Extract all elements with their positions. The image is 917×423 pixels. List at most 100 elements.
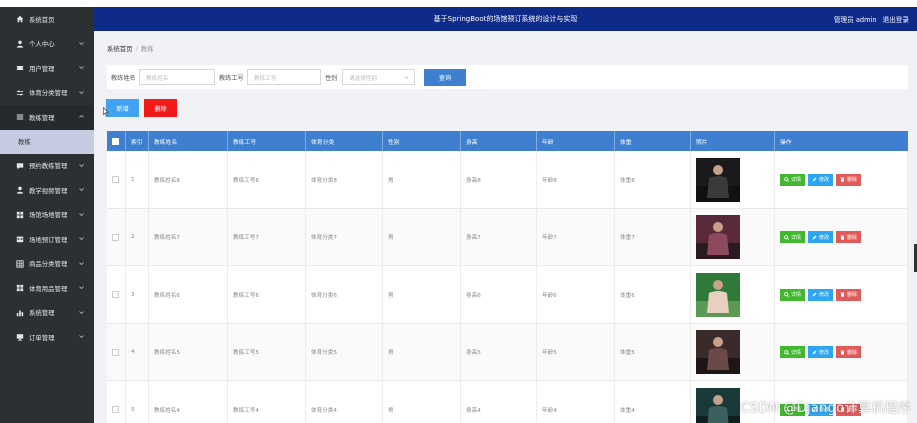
detail-button[interactable]: 详情 [780, 173, 806, 186]
column-header: 性别 [383, 131, 461, 151]
cell-height: 身高7 [461, 208, 537, 266]
chevron-down-icon [79, 237, 84, 240]
row-select-cell [107, 381, 126, 423]
cell-gender: 男 [383, 323, 461, 381]
actions-cell: 详情 修改 删除 [775, 266, 908, 323]
column-header: 身高 [461, 131, 537, 151]
sidebar-item-label: 体育分类管理 [29, 89, 68, 98]
sidebar-item-label: 体育用品管理 [29, 284, 68, 293]
sidebar-item-sport-goods[interactable]: 体育用品管理 [0, 276, 94, 301]
chevron-down-icon [79, 41, 84, 45]
sidebar-item-label: 场地预订管理 [29, 235, 68, 244]
sidebar-item-goods-category[interactable]: 商品分类管理 [0, 252, 94, 277]
breadcrumb: 系统首页 / 教练 [107, 44, 154, 53]
column-header: 照片 [691, 131, 775, 151]
breadcrumb-home[interactable]: 系统首页 [107, 45, 133, 53]
delete-button[interactable]: 删除 [144, 99, 177, 117]
chevron-down-icon [79, 335, 84, 338]
detail-button[interactable]: 详情 [780, 231, 806, 243]
row-checkbox[interactable] [112, 233, 119, 241]
edit-button[interactable]: 修改 [808, 288, 834, 301]
cell-height: 身高6 [461, 266, 537, 323]
search-icon [784, 234, 789, 240]
cell-gender: 男 [383, 381, 461, 423]
query-button[interactable]: 查询 [424, 69, 466, 86]
sidebar-item-venue[interactable]: 场馆场地管理 [0, 203, 94, 228]
column-header: 操作 [780, 139, 792, 146]
cell-height: 身高5 [461, 323, 537, 381]
sidebar-item-coach-booking[interactable]: 预约教练管理 [0, 154, 94, 179]
remove-button[interactable]: 删除 [836, 231, 862, 243]
sidebar-item-label: 教学视频管理 [29, 186, 68, 195]
trash-icon [840, 177, 845, 182]
gender-select[interactable]: 请选择性别 [342, 69, 415, 85]
calendar-icon [15, 235, 24, 244]
logout-link[interactable]: 退出登录 [883, 16, 909, 24]
cell-index: 5 [126, 381, 149, 423]
select-all-cell [107, 131, 126, 151]
chevron-down-icon [79, 261, 84, 265]
action-label: 详情 [791, 177, 802, 183]
cell-no: 教练工号5 [228, 323, 306, 381]
chevron-down-icon [79, 90, 84, 94]
edit-button[interactable]: 修改 [808, 173, 834, 186]
chevron-down-icon [79, 212, 84, 216]
action-label: 修改 [819, 292, 830, 298]
action-label: 详情 [791, 292, 802, 298]
column-header: 教练工号 [228, 131, 306, 151]
coach-name-input[interactable]: 教练姓名 [139, 69, 215, 85]
sidebar-item-orders[interactable]: 订单管理 [0, 325, 94, 350]
table-row: 1 教练姓名8 教练工号8 体育分类8 男身高8 年龄8 体重8 详情 修改 删除 [107, 151, 908, 209]
row-checkbox[interactable] [112, 291, 119, 298]
detail-button[interactable]: 详情 [780, 288, 806, 301]
grid-icon [15, 210, 24, 219]
sidebar-item-label: 教练管理 [29, 113, 55, 122]
remove-button[interactable]: 删除 [836, 288, 862, 301]
cell-gender: 男 [383, 208, 461, 266]
sliders-icon [15, 88, 24, 97]
detail-button[interactable]: 详情 [780, 346, 806, 358]
row-checkbox[interactable] [112, 348, 119, 356]
watermark-text: CSDN @Django计算机程序 [740, 401, 911, 416]
gender-label: 性别 [325, 75, 338, 82]
row-checkbox[interactable] [112, 406, 119, 413]
action-label: 删除 [847, 234, 858, 241]
cell-category: 体育分类4 [306, 381, 383, 423]
search-icon [784, 349, 789, 355]
gender-select-placeholder: 请选择性别 [349, 76, 377, 82]
sidebar-subitem-coach[interactable]: 教练 [0, 129, 94, 154]
sidebar-item-sport-category[interactable]: 体育分类管理 [0, 81, 94, 106]
edit-button[interactable]: 修改 [808, 231, 834, 243]
search-icon [784, 292, 789, 297]
cell-index: 2 [126, 208, 149, 266]
chevron-down-icon [79, 188, 84, 191]
coach-no-input[interactable]: 教练工号 [247, 69, 321, 85]
coach-photo [696, 272, 740, 317]
cell-gender: 男 [383, 151, 461, 208]
add-button[interactable]: 新增 [106, 99, 139, 117]
cell-age: 年龄5 [537, 323, 615, 381]
edit-button[interactable]: 修改 [808, 346, 834, 358]
cell-no: 教练工号4 [228, 381, 306, 423]
select-all-checkbox[interactable] [112, 137, 119, 145]
sidebar-item-users[interactable]: 用户管理 [0, 56, 94, 81]
sidebar-item-venue-booking[interactable]: 场地预订管理 [0, 227, 94, 252]
sidebar-item-system[interactable]: 系统管理 [0, 301, 94, 326]
sidebar-item-label: 系统管理 [29, 309, 55, 318]
row-checkbox[interactable] [112, 176, 119, 183]
sidebar-item-video[interactable]: 教学视频管理 [0, 178, 94, 203]
sidebar-item-home[interactable]: 系统首页 [0, 7, 94, 32]
breadcrumb-separator: / [135, 45, 138, 53]
sidebar-item-personal[interactable]: 个人中心 [0, 32, 94, 57]
remove-button[interactable]: 删除 [836, 346, 862, 358]
row-select-cell [107, 323, 126, 381]
sidebar-item-coach[interactable]: 教练管理 [0, 105, 94, 130]
cell-weight: 体重4 [615, 381, 691, 423]
remove-button[interactable]: 删除 [836, 173, 862, 186]
mouse-cursor-icon [103, 107, 109, 116]
column-header: 年龄 [537, 131, 615, 151]
row-select-cell [107, 151, 126, 208]
sidebar: 系统首页 个人中心 用户管理 体育分类管理 教练管理 教练 预约教练管理 教学视… [0, 7, 94, 423]
cell-age: 年龄8 [537, 151, 615, 208]
cell-height: 身高8 [461, 151, 537, 208]
